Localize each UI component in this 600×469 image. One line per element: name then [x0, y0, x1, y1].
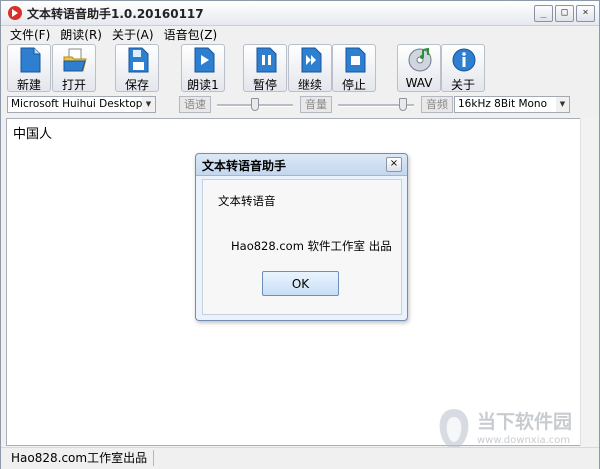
status-text: Hao828.com工作室出品	[5, 450, 155, 466]
save-label: 保存	[124, 78, 149, 92]
save-button[interactable]: 保存	[115, 44, 159, 92]
title-bar: 文本转语音助手1.0.20160117 _ □ ×	[1, 1, 599, 26]
editor-content: 中国人	[13, 127, 53, 142]
about-button[interactable]: 关于	[441, 44, 485, 92]
minimize-button[interactable]: _	[534, 5, 553, 22]
fast-forward-icon	[301, 47, 322, 73]
stop-label: 停止	[341, 78, 366, 92]
menu-read[interactable]: 朗读(R)	[60, 26, 102, 43]
play-icon	[194, 47, 215, 73]
rate-slider[interactable]	[217, 98, 293, 112]
watermark-logo-icon	[439, 409, 469, 449]
watermark: 当下软件园 www.downxia.com	[431, 405, 591, 453]
dialog-title-bar: 文本转语音助手 ×	[196, 154, 407, 176]
dialog-title: 文本转语音助手	[202, 159, 287, 173]
menu-bar: 文件(F) 朗读(R) 关于(A) 语音包(Z)	[1, 25, 600, 43]
cd-music-icon	[408, 47, 432, 72]
new-label: 新建	[16, 78, 41, 92]
vertical-scrollbar[interactable]	[580, 118, 597, 446]
read-label: 朗读1	[187, 78, 219, 92]
options-bar: Microsoft Huihui Desktop - Chinese ▼ 语速 …	[1, 95, 599, 117]
new-document-icon	[20, 47, 41, 73]
toolbar: 新建 打开 保存 朗读1 暂停 继续 停止 WAV 关于	[1, 43, 599, 95]
open-label: 打开	[61, 78, 86, 92]
chevron-down-icon: ▼	[142, 97, 155, 112]
window-controls: _ □ ×	[534, 5, 595, 22]
open-button[interactable]: 打开	[52, 44, 96, 92]
info-icon	[452, 48, 476, 72]
chevron-down-icon: ▼	[556, 97, 569, 112]
about-dialog: 文本转语音助手 × 文本转语音 Hao828.com 软件工作室 出品 OK	[195, 153, 408, 321]
ok-button[interactable]: OK	[262, 271, 339, 296]
voice-select[interactable]: Microsoft Huihui Desktop - Chinese ▼	[7, 96, 156, 113]
wav-label: WAV	[405, 76, 433, 90]
dialog-close-button[interactable]: ×	[386, 157, 402, 172]
freq-select-value: 16kHz 8Bit Mono	[458, 98, 548, 110]
read-button[interactable]: 朗读1	[181, 44, 225, 92]
volume-slider[interactable]	[338, 98, 414, 112]
menu-about[interactable]: 关于(A)	[112, 26, 154, 43]
volume-label: 音量	[300, 96, 332, 113]
stop-icon	[345, 47, 366, 73]
menu-file[interactable]: 文件(F)	[10, 26, 50, 43]
pause-icon	[256, 47, 277, 73]
voice-select-value: Microsoft Huihui Desktop - Chinese	[11, 98, 155, 110]
pause-button[interactable]: 暂停	[243, 44, 287, 92]
new-button[interactable]: 新建	[7, 44, 51, 92]
menu-voicepack[interactable]: 语音包(Z)	[164, 26, 218, 43]
watermark-url: www.downxia.com	[477, 435, 571, 446]
main-window: 文本转语音助手1.0.20160117 _ □ × 文件(F) 朗读(R) 关于…	[0, 0, 600, 469]
about-label: 关于	[450, 78, 475, 92]
resume-label: 继续	[297, 78, 322, 92]
watermark-title: 当下软件园	[477, 411, 573, 433]
status-bar: Hao828.com工作室出品	[1, 447, 599, 469]
window-title: 文本转语音助手1.0.20160117	[27, 7, 204, 21]
dialog-message: Hao828.com 软件工作室 出品	[231, 239, 392, 253]
close-button[interactable]: ×	[576, 5, 595, 22]
stop-button[interactable]: 停止	[332, 44, 376, 92]
rate-label: 语速	[179, 96, 211, 113]
open-folder-icon	[63, 48, 87, 72]
volume-slider-thumb[interactable]	[399, 98, 407, 111]
resume-button[interactable]: 继续	[288, 44, 332, 92]
save-icon	[128, 47, 149, 73]
wav-button[interactable]: WAV	[397, 44, 441, 92]
rate-slider-thumb[interactable]	[251, 98, 259, 111]
pause-label: 暂停	[252, 78, 277, 92]
app-icon	[8, 6, 22, 20]
freq-label: 音频	[421, 96, 453, 113]
maximize-button[interactable]: □	[555, 5, 574, 22]
dialog-body: 文本转语音 Hao828.com 软件工作室 出品 OK	[202, 179, 402, 315]
freq-select[interactable]: 16kHz 8Bit Mono ▼	[454, 96, 570, 113]
dialog-heading: 文本转语音	[218, 194, 276, 208]
